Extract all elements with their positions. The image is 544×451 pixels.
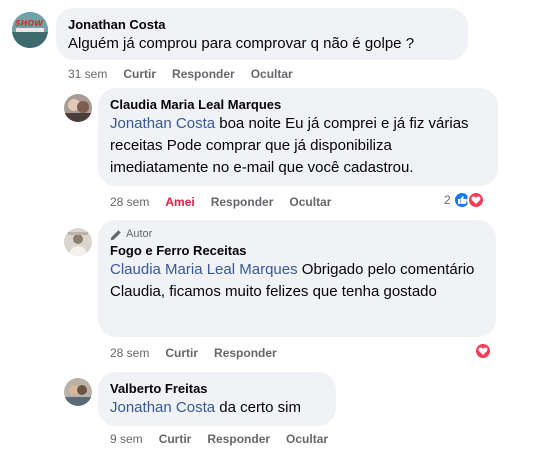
reaction-count: 2 bbox=[444, 193, 451, 207]
reply-button[interactable]: Responder bbox=[207, 432, 270, 446]
comment-bubble: Jonathan Costa Alguém já comprou para co… bbox=[56, 8, 468, 60]
like-button[interactable]: Curtir bbox=[165, 346, 198, 360]
comment-author[interactable]: Jonathan Costa bbox=[68, 16, 456, 33]
comment-body: da certo sim bbox=[215, 399, 301, 416]
like-button[interactable]: Curtir bbox=[159, 432, 192, 446]
mention-link[interactable]: Jonathan Costa bbox=[110, 399, 215, 416]
comment-text: Jonathan Costa da certo sim bbox=[110, 397, 324, 419]
comment-actions: 31 sem Curtir Responder Ocultar bbox=[68, 66, 309, 82]
reply-button[interactable]: Responder bbox=[211, 195, 274, 209]
like-button[interactable]: Curtir bbox=[123, 67, 156, 81]
comment-author[interactable]: Valberto Freitas bbox=[110, 380, 324, 397]
avatar[interactable] bbox=[64, 94, 92, 122]
comment-text: Claudia Maria Leal Marques Obrigado pelo… bbox=[110, 259, 484, 303]
mention-link[interactable]: Jonathan Costa bbox=[110, 115, 215, 132]
svg-text:SHOW: SHOW bbox=[15, 19, 44, 28]
reaction-summary[interactable] bbox=[474, 342, 492, 360]
mention-link[interactable]: Claudia Maria Leal Marques bbox=[110, 261, 298, 278]
comment-author[interactable]: Fogo e Ferro Receitas bbox=[110, 242, 484, 259]
love-reaction-icon bbox=[466, 191, 485, 209]
author-badge-label: Autor bbox=[126, 228, 153, 240]
comment-text: Jonathan Costa boa noite Eu já comprei e… bbox=[110, 113, 486, 179]
reply-button[interactable]: Responder bbox=[214, 346, 277, 360]
love-button[interactable]: Amei bbox=[165, 195, 194, 209]
comment-timestamp[interactable]: 28 sem bbox=[110, 195, 149, 209]
reaction-summary[interactable]: 2 bbox=[444, 191, 485, 209]
comment-timestamp[interactable]: 31 sem bbox=[68, 67, 107, 81]
comment-bubble: Valberto Freitas Jonathan Costa da certo… bbox=[98, 372, 336, 426]
avatar[interactable] bbox=[64, 378, 92, 406]
comment-actions: 9 sem Curtir Responder Ocultar bbox=[110, 431, 344, 447]
comment-author[interactable]: Claudia Maria Leal Marques bbox=[110, 96, 486, 113]
comment-bubble: Autor Fogo e Ferro Receitas Claudia Mari… bbox=[98, 220, 496, 337]
avatar[interactable]: SHOW bbox=[12, 12, 48, 48]
hide-button[interactable]: Ocultar bbox=[289, 195, 331, 209]
love-reaction-icon bbox=[474, 342, 492, 360]
comment-text: Alguém já comprou para comprovar q não é… bbox=[68, 35, 415, 52]
comment-timestamp[interactable]: 9 sem bbox=[110, 432, 143, 446]
comment-actions: 28 sem Curtir Responder bbox=[110, 345, 293, 361]
comment-bubble: Claudia Maria Leal Marques Jonathan Cost… bbox=[98, 88, 498, 186]
avatar[interactable] bbox=[64, 228, 92, 256]
comment-timestamp[interactable]: 28 sem bbox=[110, 346, 149, 360]
pencil-icon bbox=[110, 229, 122, 241]
reply-button[interactable]: Responder bbox=[172, 67, 235, 81]
author-badge: Autor bbox=[110, 227, 484, 242]
hide-button[interactable]: Ocultar bbox=[251, 67, 293, 81]
hide-button[interactable]: Ocultar bbox=[286, 432, 328, 446]
comment-actions: 28 sem Amei Responder Ocultar bbox=[110, 194, 347, 210]
